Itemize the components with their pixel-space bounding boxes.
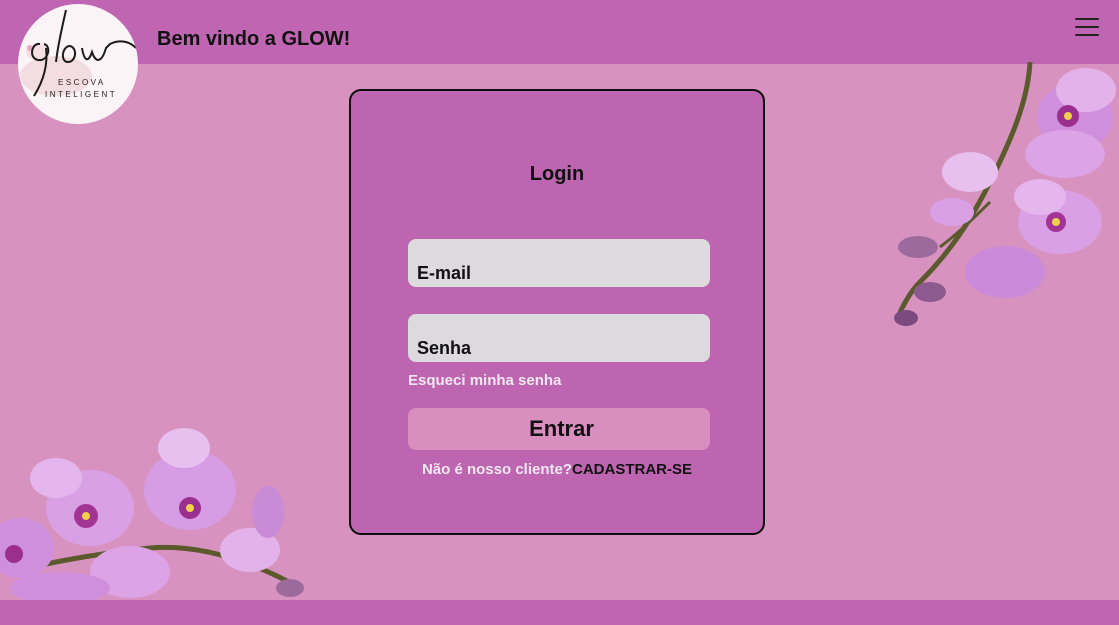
forgot-password-link[interactable]: Esqueci minha senha xyxy=(408,372,561,389)
signup-link[interactable]: CADASTRAR-SE xyxy=(572,461,692,478)
logo-graphic xyxy=(20,9,137,97)
signup-question: Não é nosso cliente? xyxy=(421,461,573,478)
password-field[interactable] xyxy=(408,314,710,362)
login-submit-button[interactable]: Entrar xyxy=(408,408,710,450)
signup-prompt: Não é nosso cliente?CADASTRAR-SE xyxy=(351,461,763,478)
orchid-right-decoration xyxy=(894,62,1116,326)
glow-logo[interactable]: glow ESCOVA INTELIGENT xyxy=(18,4,138,124)
orchid-left-decoration xyxy=(0,428,304,600)
welcome-title: Bem vindo a GLOW! xyxy=(157,28,351,50)
hamburger-menu-icon[interactable] xyxy=(1074,16,1100,38)
logo-subtitle-2: INTELIGENT xyxy=(45,90,118,99)
login-card: Login Esqueci minha senha Entrar Não é n… xyxy=(349,89,765,535)
logo-subtitle-1: ESCOVA xyxy=(58,78,106,87)
email-field[interactable] xyxy=(408,239,710,287)
footer-bar xyxy=(0,600,1119,625)
login-title: Login xyxy=(529,163,585,185)
